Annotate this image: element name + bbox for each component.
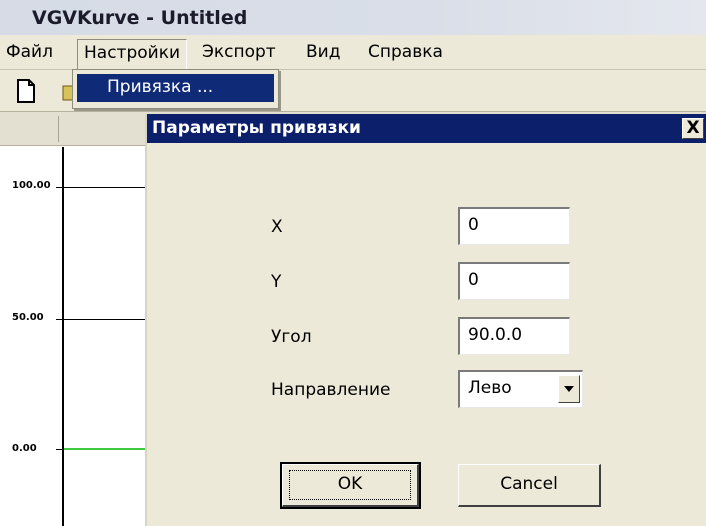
close-button[interactable]: X — [682, 118, 704, 139]
data-line — [64, 448, 145, 450]
menu-export[interactable]: Экспорт — [202, 42, 276, 62]
menu-item-binding[interactable]: Привязка ... — [77, 74, 274, 102]
direction-label: Направление — [271, 380, 391, 400]
new-file-icon[interactable] — [16, 79, 36, 103]
menu-help[interactable]: Справка — [368, 42, 443, 62]
chevron-down-icon[interactable] — [558, 375, 580, 403]
y-label: Y — [271, 272, 282, 292]
x-label: X — [271, 217, 283, 237]
close-icon: X — [686, 118, 700, 138]
dialog-title: Параметры привязки — [152, 118, 361, 138]
settings-dropdown: Привязка ... — [72, 69, 279, 109]
dialog-title-bar: Параметры привязки X — [147, 114, 706, 143]
y-tick-label-50: 50.00 — [12, 312, 44, 323]
direction-select[interactable]: Лево — [458, 370, 583, 408]
angle-input[interactable]: 90.0.0 — [458, 317, 570, 355]
window-title: VGVKurve - Untitled — [32, 7, 248, 29]
ok-button[interactable]: OK — [280, 462, 421, 509]
window-title-bar: VGVKurve - Untitled — [0, 0, 706, 35]
y-tick-100 — [56, 187, 145, 188]
menu-bar: Файл Настройки Экспорт Вид Справка — [0, 35, 706, 70]
menu-file[interactable]: Файл — [6, 42, 53, 62]
binding-params-dialog: Параметры привязки X X 0 Y 0 Угол 90.0.0… — [145, 114, 706, 526]
cancel-label: Cancel — [500, 474, 558, 494]
menu-settings[interactable]: Настройки — [77, 39, 188, 69]
direction-value: Лево — [468, 378, 512, 398]
menu-view[interactable]: Вид — [306, 42, 340, 62]
cancel-button[interactable]: Cancel — [458, 464, 601, 507]
y-input[interactable]: 0 — [458, 262, 570, 300]
y-tick-50 — [56, 319, 145, 320]
x-input[interactable]: 0 — [458, 207, 570, 245]
focus-rect — [289, 470, 411, 500]
y-tick-label-0: 0.00 — [12, 443, 37, 454]
chart-area: 100.00 50.00 0.00 — [0, 147, 145, 526]
y-tick-label-100: 100.00 — [12, 180, 51, 191]
angle-label: Угол — [271, 327, 312, 347]
strip-divider — [58, 116, 59, 142]
y-axis — [62, 147, 64, 526]
y-tick-0 — [56, 449, 64, 450]
